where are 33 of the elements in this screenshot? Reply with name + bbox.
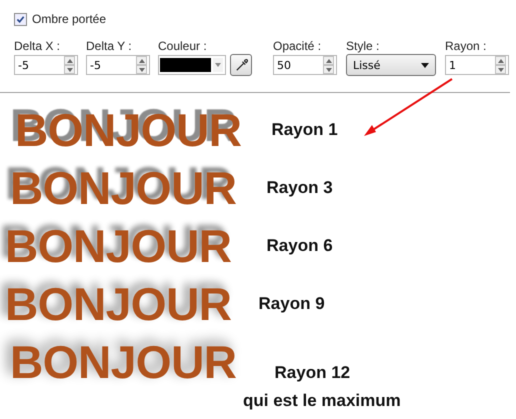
- spin-field[interactable]: -5: [86, 55, 150, 75]
- style-dropdown[interactable]: Lissé: [346, 54, 436, 76]
- caret-icon[interactable]: [215, 63, 221, 67]
- shadow-text-sample: BONJOUR: [10, 164, 237, 212]
- caption: Rayon 3: [266, 178, 333, 198]
- shadow-text-sample: BONJOUR: [5, 280, 232, 328]
- shadow-text-sample: BONJOUR: [5, 222, 232, 270]
- spin-field[interactable]: -5: [14, 55, 78, 75]
- spinner-icon[interactable]: [323, 56, 334, 74]
- spinner-icon[interactable]: [136, 56, 147, 74]
- checkbox[interactable]: [14, 12, 27, 26]
- caption: Rayon 6: [266, 236, 333, 256]
- spin-field[interactable]: 1: [445, 55, 509, 75]
- caption: Rayon 12: [274, 363, 350, 383]
- spinner-icon[interactable]: [64, 56, 75, 74]
- shadow-text-sample: BONJOUR: [10, 338, 237, 386]
- field-label: Couleur :: [158, 39, 208, 53]
- field-label: Opacité :: [273, 39, 322, 53]
- field-label: Rayon :: [445, 39, 488, 53]
- caption: Rayon 1: [272, 120, 338, 140]
- checkbox-label: Ombre portée: [32, 12, 106, 26]
- spin-field[interactable]: 50: [273, 55, 337, 75]
- spinner-icon[interactable]: [495, 56, 506, 74]
- shadow-text-sample: BONJOUR: [15, 106, 242, 154]
- field-label: Delta X :: [14, 39, 62, 53]
- caret-icon: [421, 62, 429, 68]
- caption: Rayon 9: [258, 294, 325, 314]
- color-dropdown[interactable]: [158, 55, 226, 75]
- caption-note: qui est le maximum: [243, 391, 401, 411]
- field-label: Style :: [346, 39, 380, 53]
- eyedropper-button[interactable]: [230, 54, 252, 76]
- eyedropper-icon: [234, 58, 248, 72]
- field-label: Delta Y :: [86, 39, 133, 53]
